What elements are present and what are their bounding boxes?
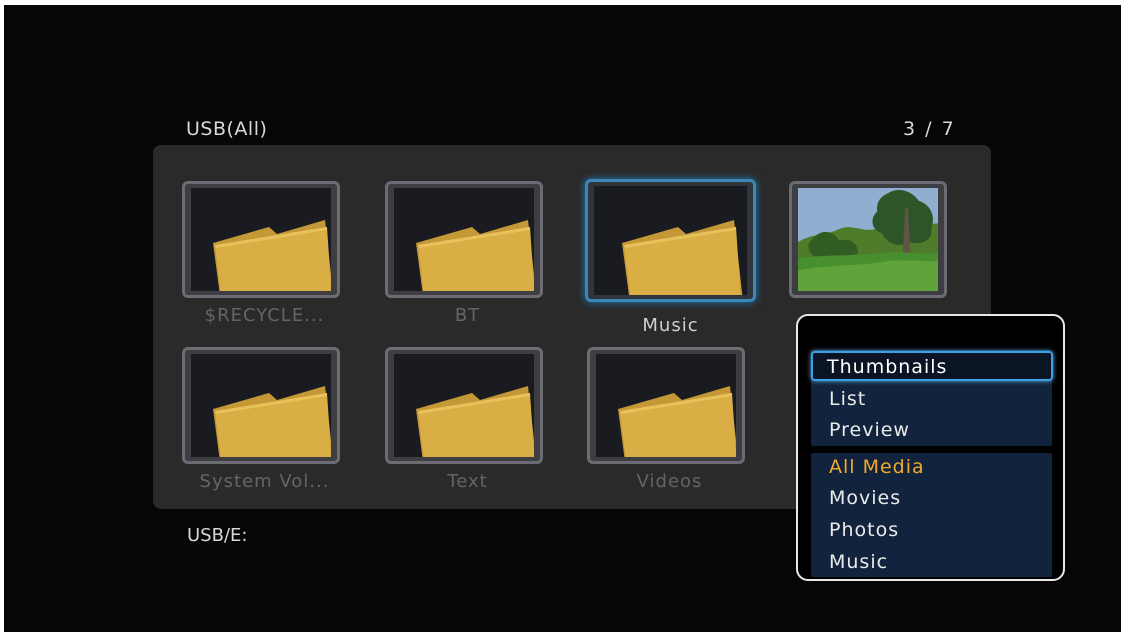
folder-icon <box>416 386 534 457</box>
folder-icon <box>213 386 331 457</box>
page-indicator: 3 / 7 <box>903 118 956 140</box>
source-title: USB(All) <box>186 118 268 140</box>
thumbnail-inner <box>394 354 534 457</box>
menu-item-thumbnails[interactable]: Thumbnails <box>811 351 1053 381</box>
screen: USB(All) 3 / 7 $RECYCLE... BT Music Syst… <box>0 0 1124 635</box>
thumbnail-inner <box>594 186 747 295</box>
photo-thumbnail <box>798 188 938 291</box>
view-mode-section: Thumbnails List Preview <box>811 350 1053 446</box>
thumbnail-frame <box>385 347 543 464</box>
thumbnail-frame <box>182 347 340 464</box>
media-player-screen: USB(All) 3 / 7 $RECYCLE... BT Music Syst… <box>4 5 1121 632</box>
grid-item-label: Music <box>642 315 699 336</box>
photo-thumbnail-frame <box>789 181 947 298</box>
menu-item-preview[interactable]: Preview <box>812 416 1049 444</box>
folder-icon <box>416 220 534 291</box>
folder-icon <box>618 386 736 457</box>
grid-item-text[interactable]: Text <box>385 347 550 492</box>
thumbnail-inner <box>596 354 736 457</box>
grid-item-label: BT <box>454 305 481 326</box>
thumbnail-inner <box>191 188 331 291</box>
menu-item-movies[interactable]: Movies <box>812 484 1049 512</box>
thumbnail-inner <box>394 188 534 291</box>
thumbnail-frame <box>385 181 543 298</box>
grid-item-music[interactable]: Music <box>585 179 756 336</box>
thumbnail-frame <box>182 181 340 298</box>
grid-item-videos[interactable]: Videos <box>587 347 752 492</box>
folder-icon <box>213 220 331 291</box>
grid-item-label: System Vol... <box>199 471 330 492</box>
menu-item-music[interactable]: Music <box>812 548 1049 576</box>
grid-item-label: $RECYCLE... <box>204 305 325 326</box>
tree-scene-icon <box>798 188 938 291</box>
selected-thumbnail-frame <box>585 179 756 302</box>
menu-item-all-media[interactable]: All Media <box>812 453 1049 481</box>
grid-item-bt[interactable]: BT <box>385 181 550 326</box>
media-filter-section: All Media Movies Photos Music <box>811 453 1052 577</box>
tree-photo-icon <box>798 188 938 291</box>
grid-item-photo[interactable] <box>789 181 954 319</box>
grid-item-system-volume[interactable]: System Vol... <box>182 347 347 492</box>
folder-icon <box>622 220 743 295</box>
menu-item-photos[interactable]: Photos <box>812 516 1049 544</box>
grid-item-label: Videos <box>636 471 703 492</box>
thumbnail-frame <box>587 347 745 464</box>
grid-item-recycle[interactable]: $RECYCLE... <box>182 181 347 326</box>
grid-item-label: Text <box>447 471 488 492</box>
menu-item-list[interactable]: List <box>812 385 1049 413</box>
thumbnail-inner <box>191 354 331 457</box>
current-path: USB/E: <box>187 525 248 546</box>
view-options-popup: Thumbnails List Preview All Media Movies… <box>796 314 1065 581</box>
